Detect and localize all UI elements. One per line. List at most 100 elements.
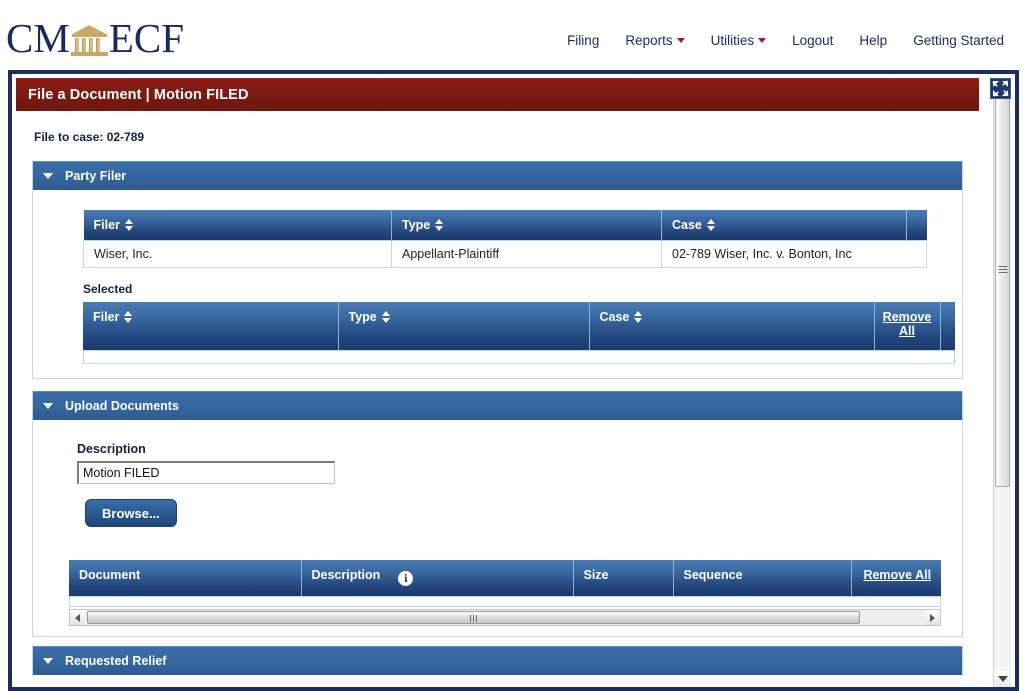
column-label-document: Document — [79, 568, 141, 582]
column-header-selected-type[interactable]: Type — [338, 302, 590, 350]
sort-updown-icon[interactable] — [124, 311, 133, 323]
cell-case: 02-789 Wiser, Inc. v. Bonton, Inc — [661, 240, 927, 268]
column-label-size: Size — [583, 568, 609, 582]
courthouse-icon — [70, 23, 108, 57]
sort-updown-icon[interactable] — [381, 311, 391, 323]
document-filing-panel: File a Document | Motion FILED File to c… — [16, 78, 979, 687]
column-header-gutter — [940, 302, 955, 350]
column-header-document[interactable]: Document — [69, 560, 302, 596]
column-header-sequence[interactable]: Sequence — [673, 560, 852, 596]
column-label-filer: Filer — [93, 218, 120, 232]
column-header-remove-all[interactable]: Remove All — [874, 302, 941, 350]
column-header-selected-filer[interactable]: Filer — [83, 302, 339, 350]
nav-label-utilities: Utilities — [710, 33, 755, 48]
logo-text-ecf: ECF — [108, 15, 185, 61]
nav-item-getting-started[interactable]: Getting Started — [900, 31, 1017, 50]
column-label-case: Case — [672, 218, 702, 232]
info-circle-icon[interactable]: i — [398, 571, 414, 586]
sort-updown-icon[interactable] — [706, 219, 716, 231]
triangle-down-icon — [43, 403, 53, 409]
remove-all-link[interactable]: Remove All — [883, 310, 932, 338]
nav-item-reports[interactable]: Reports — [612, 31, 697, 50]
page-vertical-scrollbar[interactable] — [993, 78, 1011, 687]
nav-label-help: Help — [859, 33, 888, 48]
section-body-party-filer: Filer Type Case Wiser, Inc. Appellant-Pl… — [33, 190, 962, 379]
scroll-grip — [998, 266, 1007, 274]
column-header-case[interactable]: Case — [661, 210, 907, 241]
nav-label-filing: Filing — [567, 33, 600, 48]
triangle-down-icon[interactable] — [994, 671, 1011, 687]
file-to-case-label: File to case: 02-789 — [34, 130, 979, 144]
chevron-down-icon — [676, 37, 685, 43]
section-header-upload-documents[interactable]: Upload Documents — [33, 391, 962, 420]
documents-table: Document Description i Size Sequence Remo… — [69, 560, 941, 596]
column-header-type[interactable]: Type — [391, 210, 662, 241]
page-title: File a Document | Motion FILED — [28, 86, 249, 103]
nav-label-getting-started: Getting Started — [913, 33, 1004, 48]
site-header: CM ECF Filing Reports Utilities Logout H… — [0, 0, 1027, 70]
column-header-gutter — [906, 210, 927, 241]
table-header-row: Document Description i Size Sequence Remo… — [69, 560, 941, 596]
expand-arrows-icon[interactable] — [990, 78, 1011, 99]
section-upload-documents: Upload Documents Description Browse... — [32, 391, 963, 637]
column-header-size[interactable]: Size — [573, 560, 674, 596]
section-header-party-filer[interactable]: Party Filer — [33, 161, 962, 190]
column-label-sequence: Sequence — [683, 568, 743, 582]
triangle-left-icon[interactable] — [70, 610, 85, 625]
documents-table-horizontal-scrollbar[interactable] — [69, 609, 941, 626]
application-frame: File a Document | Motion FILED File to c… — [8, 70, 1019, 691]
triangle-down-icon — [43, 658, 53, 664]
nav-item-utilities[interactable]: Utilities — [698, 31, 780, 50]
vertical-scroll-thumb[interactable] — [995, 95, 1010, 487]
triangle-down-icon — [43, 173, 53, 179]
horizontal-scroll-thumb[interactable] — [87, 611, 860, 624]
nav-item-help[interactable]: Help — [846, 31, 900, 50]
table-row[interactable]: Wiser, Inc. Appellant-Plaintiff 02-789 W… — [83, 240, 927, 268]
column-label-type: Type — [402, 218, 431, 232]
main-navigation: Filing Reports Utilities Logout Help Get… — [554, 31, 1017, 50]
sort-updown-icon[interactable] — [124, 219, 134, 231]
nav-label-logout: Logout — [792, 33, 834, 48]
section-title-party-filer: Party Filer — [65, 169, 127, 183]
description-input[interactable] — [77, 461, 335, 484]
party-filer-selected-table: Filer Type Case Remove All — [83, 302, 955, 350]
nav-item-filing[interactable]: Filing — [554, 31, 612, 50]
party-filer-available-table-wrap: Filer Type Case Wiser, Inc. Appellant-Pl… — [83, 210, 962, 268]
section-title-upload-documents: Upload Documents — [65, 399, 179, 413]
section-title-requested-relief: Requested Relief — [65, 654, 167, 668]
section-requested-relief: Requested Relief — [32, 646, 963, 675]
party-filer-available-table: Filer Type Case Wiser, Inc. Appellant-Pl… — [83, 210, 927, 268]
remove-all-link[interactable]: Remove All — [863, 568, 931, 582]
selected-table-empty-row — [83, 350, 955, 364]
party-filer-selected-table-wrap: Filer Type Case Remove All — [83, 302, 962, 364]
cmecf-logo[interactable]: CM ECF — [6, 15, 185, 61]
column-header-description[interactable]: Description i — [301, 560, 574, 596]
section-party-filer: Party Filer Filer Type Case Wiser, Inc. … — [32, 161, 963, 379]
logo-text-cm: CM — [6, 15, 70, 61]
column-label-selected-type: Type — [348, 310, 377, 324]
triangle-right-icon[interactable] — [925, 610, 940, 625]
sort-updown-icon[interactable] — [634, 311, 643, 323]
application-inner: File a Document | Motion FILED File to c… — [12, 74, 1015, 687]
scroll-grip — [469, 615, 478, 622]
section-header-requested-relief[interactable]: Requested Relief — [33, 646, 962, 675]
column-label-selected-case: Case — [599, 310, 630, 324]
table-header-row: Filer Type Case Remove All — [83, 302, 955, 350]
nav-label-reports: Reports — [625, 33, 673, 48]
column-header-selected-case[interactable]: Case — [589, 302, 875, 350]
column-header-documents-remove-all[interactable]: Remove All — [851, 560, 941, 596]
cell-type: Appellant-Plaintiff — [391, 240, 662, 268]
selected-label: Selected — [83, 282, 962, 296]
column-label-selected-filer: Filer — [93, 310, 120, 324]
table-header-row: Filer Type Case — [83, 210, 927, 241]
column-header-filer[interactable]: Filer — [83, 210, 392, 241]
description-label-text: Description — [77, 442, 146, 456]
browse-button[interactable]: Browse... — [85, 499, 177, 527]
section-body-upload-documents: Description Browse... Document — [33, 442, 962, 637]
sort-updown-icon[interactable] — [435, 219, 444, 231]
column-label-description: Description — [311, 568, 381, 582]
selected-label-text: Selected — [83, 282, 133, 296]
chevron-down-icon — [758, 37, 767, 43]
description-field-label: Description — [77, 442, 962, 456]
nav-item-logout[interactable]: Logout — [779, 31, 846, 50]
